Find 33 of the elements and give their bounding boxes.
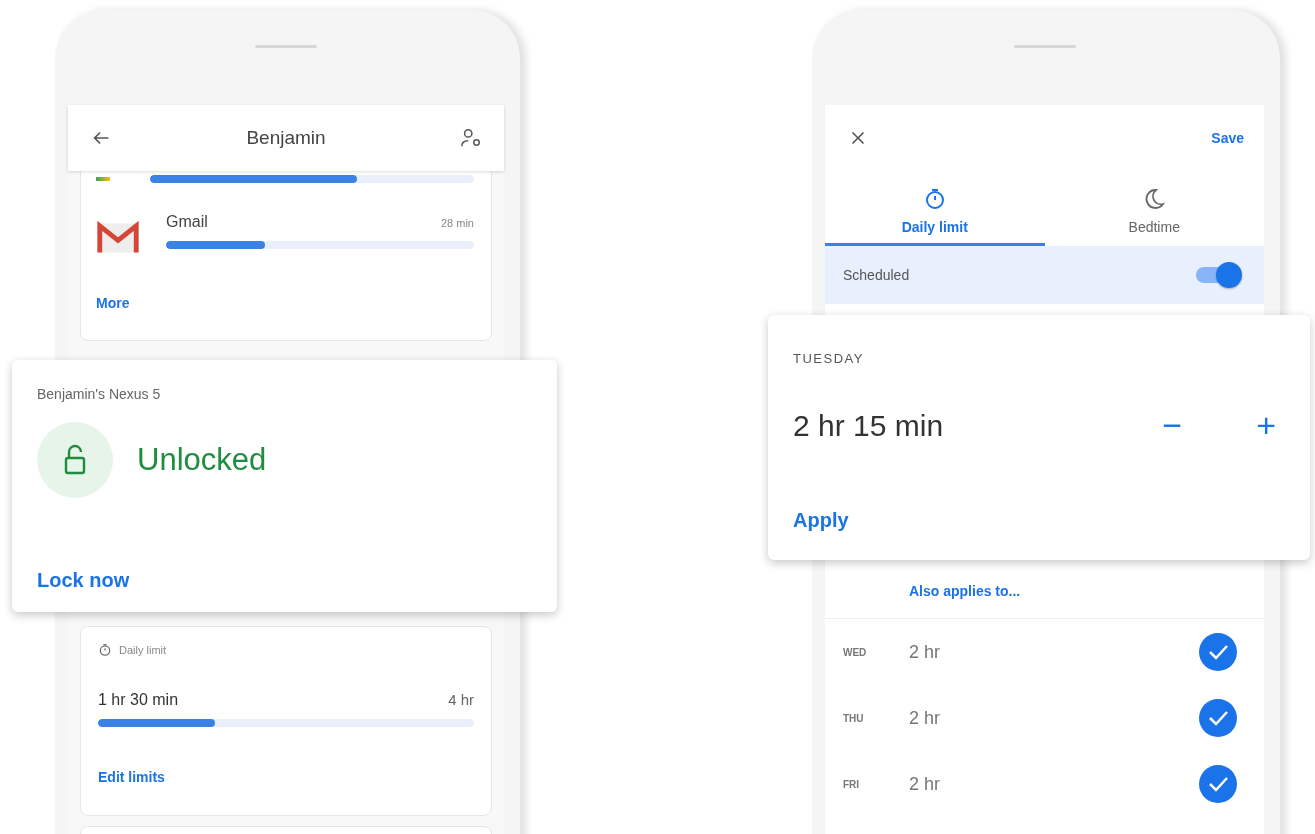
app-time: 28 min [440,217,474,229]
timer-icon [98,643,112,657]
edit-limits-link[interactable]: Edit limits [98,769,165,785]
day-label: FRI [843,778,861,790]
checked-circle-icon[interactable] [1198,764,1238,804]
daily-limit-label: Daily limit [119,644,167,656]
lock-status: Unlocked [137,442,267,478]
person-settings-icon[interactable] [460,127,482,149]
day-label: THU [843,712,865,724]
profile-name: Benjamin [246,127,326,149]
day-limit-value: 2 hr [909,773,942,795]
save-button[interactable]: Save [1211,130,1244,146]
scheduled-label: Scheduled [843,267,910,283]
tab[interactable]: Bedtime [1044,187,1264,246]
day-limit-value: 2 hr [909,707,942,729]
increase-button[interactable]: + [1246,406,1286,445]
app-name: Gmail [166,213,208,231]
time-limit: 4 hr [448,691,474,708]
time-used: 1 hr 30 min [98,691,179,709]
device-name: Benjamin's Nexus 5 [37,386,162,402]
day-label: WED [843,646,868,658]
checked-circle-icon[interactable] [1198,632,1238,672]
lock-now-link[interactable]: Lock now [37,569,532,592]
also-applies-link[interactable]: Also applies to... [909,583,1021,599]
more-link[interactable]: More [96,295,130,311]
limit-value: 2 hr 15 min [793,408,945,443]
day-heading: TUESDAY [793,351,865,366]
apply-link[interactable]: Apply [793,509,1286,532]
mail-logo-icon [96,221,140,255]
toggle-switch[interactable] [1194,262,1242,288]
day-limit-value: 2 hr [909,641,942,663]
decrease-button[interactable]: − [1152,406,1193,445]
checked-circle-icon[interactable] [1198,698,1238,738]
